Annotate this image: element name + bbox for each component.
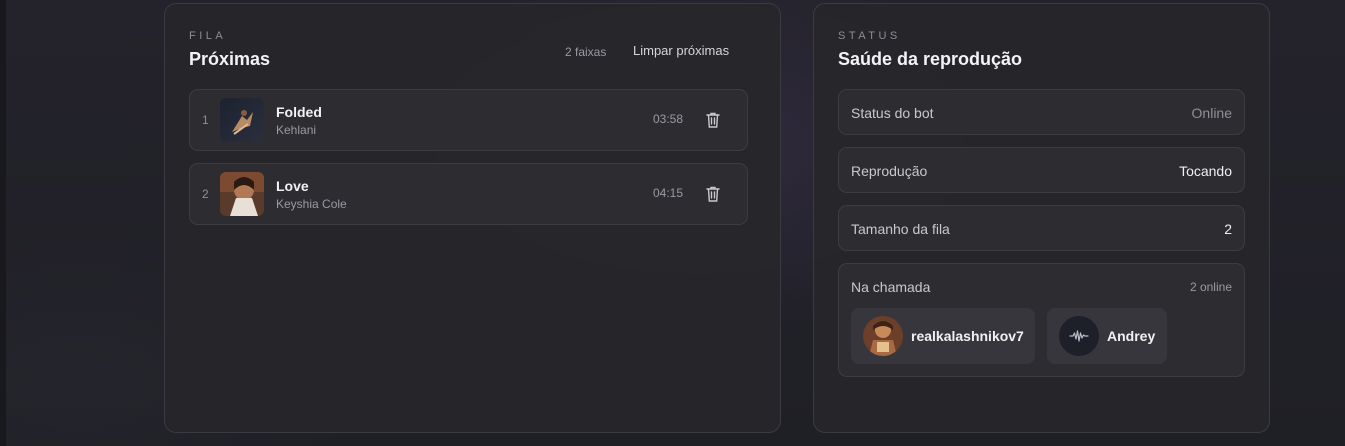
- album-cover: [220, 172, 264, 216]
- status-row-label: Reprodução: [851, 163, 928, 179]
- queue-count: 2 faixas: [565, 45, 607, 59]
- call-label: Na chamada: [851, 279, 931, 295]
- status-panel: STATUS Saúde da reprodução Status do bot…: [813, 3, 1270, 433]
- waveform-icon: [1059, 316, 1099, 356]
- status-eyebrow: STATUS: [838, 30, 901, 42]
- track-artist: Kehlani: [276, 123, 317, 137]
- queue-track[interactable]: 1 Folded Kehlani 03:58: [189, 89, 748, 151]
- track-index: 1: [202, 113, 209, 127]
- status-row-label: Status do bot: [851, 105, 934, 121]
- track-duration: 03:58: [652, 112, 683, 126]
- call-member[interactable]: realkalashnikov7: [851, 308, 1035, 364]
- user-avatar: [863, 316, 903, 356]
- queue-title: Próximas: [189, 49, 271, 69]
- status-row-label: Tamanho da fila: [851, 221, 950, 237]
- call-member[interactable]: Andrey: [1047, 308, 1167, 364]
- queue-track[interactable]: 2 Love Keyshia Cole 04:15: [189, 163, 748, 225]
- track-artist: Keyshia Cole: [276, 197, 347, 211]
- status-row-queue-size: Tamanho da fila 2: [838, 205, 1245, 251]
- trash-icon[interactable]: [705, 111, 721, 129]
- track-duration: 04:15: [652, 186, 683, 200]
- member-name: Andrey: [1107, 328, 1156, 344]
- clear-queue-button[interactable]: Limpar próximas: [633, 43, 729, 58]
- track-title: Love: [276, 178, 309, 194]
- member-name: realkalashnikov7: [911, 328, 1024, 344]
- status-row-playback: Reprodução Tocando: [838, 147, 1245, 193]
- side-strip: [0, 0, 6, 446]
- status-title: Saúde da reprodução: [838, 49, 1023, 69]
- track-index: 2: [202, 187, 209, 201]
- trash-icon[interactable]: [705, 185, 721, 203]
- voice-call-card: Na chamada 2 online realkalashnikov7 And…: [838, 263, 1245, 377]
- queue-eyebrow: FILA: [189, 30, 227, 42]
- status-row-value: Tocando: [1179, 163, 1232, 179]
- status-row-value: Online: [1191, 105, 1232, 121]
- track-title: Folded: [276, 104, 322, 120]
- queue-panel: FILA Próximas 2 faixas Limpar próximas 1…: [164, 3, 781, 433]
- status-row-bot: Status do bot Online: [838, 89, 1245, 135]
- status-row-value: 2: [1224, 221, 1232, 237]
- online-count: 2 online: [1189, 280, 1232, 294]
- album-cover: [220, 98, 264, 142]
